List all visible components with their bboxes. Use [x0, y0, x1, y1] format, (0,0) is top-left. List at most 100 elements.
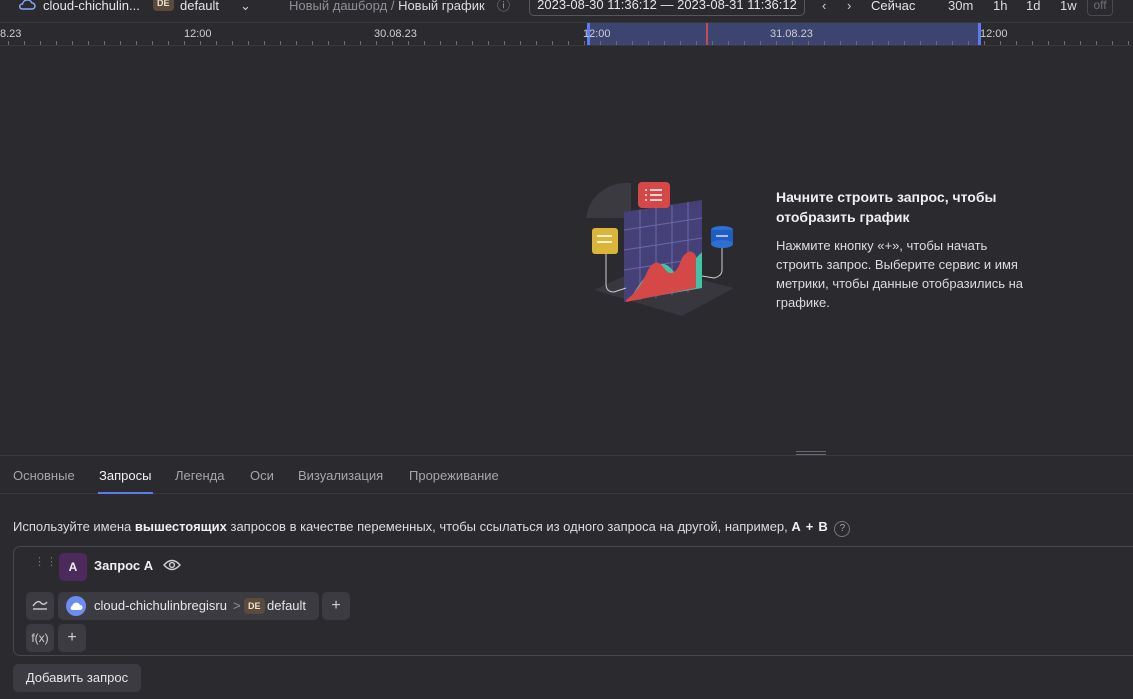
active-tab-indicator: [98, 492, 153, 494]
timeline-tick: [1112, 41, 1113, 45]
timeline-label: 31.08.23: [770, 28, 813, 40]
timeline-tick: [648, 41, 649, 45]
chart-type-icon[interactable]: [26, 592, 54, 620]
timeline-tick: [168, 41, 169, 45]
timeline-tick: [744, 41, 745, 45]
now-button[interactable]: Сейчас: [871, 0, 915, 17]
preset-30m[interactable]: 30m: [948, 0, 973, 17]
timeline-navigator[interactable]: 8.23 12:00 30.08.23 12:00 31.08.23 12:00: [0, 22, 1133, 46]
timeline-tick: [456, 41, 457, 45]
chevron-right-icon: >: [233, 598, 241, 613]
metric-default: default: [267, 598, 307, 613]
timeline-tick: [184, 41, 185, 45]
help-icon[interactable]: ?: [834, 521, 851, 537]
timeline-tick: [904, 41, 905, 45]
chevron-right-icon[interactable]: ›: [847, 0, 851, 17]
timeline-tick: [536, 41, 537, 45]
tab-visualization[interactable]: Визуализация: [298, 468, 383, 483]
tab-legend[interactable]: Легенда: [175, 468, 224, 483]
time-range-input[interactable]: 2023-08-30 11:36:12 — 2023-08-31 11:36:1…: [529, 0, 805, 16]
tab-axes[interactable]: Оси: [250, 468, 274, 483]
timeline-tick: [40, 41, 41, 45]
timeline-tick: [1048, 41, 1049, 45]
timeline-tick: [136, 41, 137, 45]
preset-1d[interactable]: 1d: [1026, 0, 1040, 17]
timeline-tick: [248, 41, 249, 45]
tab-downsampling[interactable]: Прореживание: [409, 468, 499, 483]
hint-var-a: A: [791, 519, 801, 534]
timeline-tick: [824, 41, 825, 45]
timeline-tick: [424, 41, 425, 45]
query-card: ⋮⋮ A Запрос A cloud-chichulinbregisru > …: [13, 546, 1133, 656]
folder-badge: DE: [244, 598, 265, 614]
timeline-tick: [104, 41, 105, 45]
chevron-down-icon[interactable]: ⌄: [240, 0, 251, 17]
settings-tabs: Основные Запросы Легенда Оси Визуализаци…: [0, 455, 1133, 494]
add-selector-button[interactable]: +: [322, 592, 350, 620]
timeline-tick: [472, 41, 473, 45]
timeline-tick: [360, 41, 361, 45]
timeline-tick: [632, 41, 633, 45]
timeline-tick: [1064, 41, 1065, 45]
timeline-tick: [88, 41, 89, 45]
timeline-tick: [344, 41, 345, 45]
hint-operator: +: [805, 519, 814, 534]
timeline-tick: [328, 41, 329, 45]
timeline-label: 30.08.23: [374, 28, 417, 40]
timeline-tick: [504, 41, 505, 45]
timeline-tick: [1128, 41, 1129, 45]
preset-1w[interactable]: 1w: [1060, 0, 1077, 17]
add-function-button[interactable]: +: [58, 624, 86, 652]
timeline-tick: [696, 41, 697, 45]
query-badge: A: [59, 553, 87, 581]
cloud-icon: [66, 596, 86, 616]
timeline-tick: [664, 41, 665, 45]
timeline-tick: [920, 41, 921, 45]
timeline-tick: [568, 41, 569, 45]
folder-selector[interactable]: cloud-chichulin...: [43, 0, 140, 17]
tab-main[interactable]: Основные: [13, 468, 75, 483]
drag-handle-icon[interactable]: ⋮⋮: [34, 557, 58, 568]
timeline-tick: [1032, 41, 1033, 45]
hint-prefix: Используйте имена: [13, 519, 132, 534]
timeline-tick: [792, 41, 793, 45]
timeline-tick: [1096, 41, 1097, 45]
timeline-tick: [440, 41, 441, 45]
breadcrumb-chart: Новый график: [398, 0, 485, 13]
function-button[interactable]: f(x): [26, 624, 54, 652]
folder-default-label[interactable]: default: [180, 0, 219, 17]
refresh-off-button[interactable]: off: [1087, 0, 1113, 16]
timeline-tick: [616, 41, 617, 45]
metric-selector[interactable]: cloud-chichulinbregisru > DE default: [58, 592, 319, 620]
timeline-tick: [584, 41, 585, 45]
timeline-tick: [984, 41, 985, 45]
now-marker: [706, 23, 708, 45]
query-name[interactable]: Запрос A: [94, 558, 153, 573]
preset-1h[interactable]: 1h: [993, 0, 1007, 17]
chevron-left-icon[interactable]: ‹: [822, 0, 826, 17]
timeline-tick: [488, 41, 489, 45]
timeline-tick: [840, 41, 841, 45]
timeline-tick: [552, 41, 553, 45]
chart-illustration: [586, 182, 734, 316]
queries-hint: Используйте имена вышестоящих запросов в…: [13, 519, 851, 537]
timeline-tick: [680, 41, 681, 45]
timeline-label: 12:00: [583, 28, 611, 40]
timeline-tick: [520, 41, 521, 45]
metric-folder: cloud-chichulinbregisru: [94, 598, 227, 613]
timeline-tick: [968, 41, 969, 45]
timeline-tick: [120, 41, 121, 45]
timeline-tick: [232, 41, 233, 45]
hint-bold: вышестоящих: [134, 519, 227, 534]
breadcrumb-dashboard[interactable]: Новый дашборд: [289, 0, 387, 13]
timeline-label: 12:00: [184, 28, 212, 40]
timeline-tick: [56, 41, 57, 45]
timeline-tick: [776, 41, 777, 45]
info-icon[interactable]: ⓘ: [497, 0, 510, 17]
tab-queries[interactable]: Запросы: [99, 468, 151, 483]
timeline-label: 8.23: [0, 28, 22, 40]
eye-icon[interactable]: [163, 558, 181, 572]
timeline-tick: [376, 41, 377, 45]
add-query-button[interactable]: Добавить запрос: [13, 664, 141, 692]
timeline-tick: [760, 41, 761, 45]
